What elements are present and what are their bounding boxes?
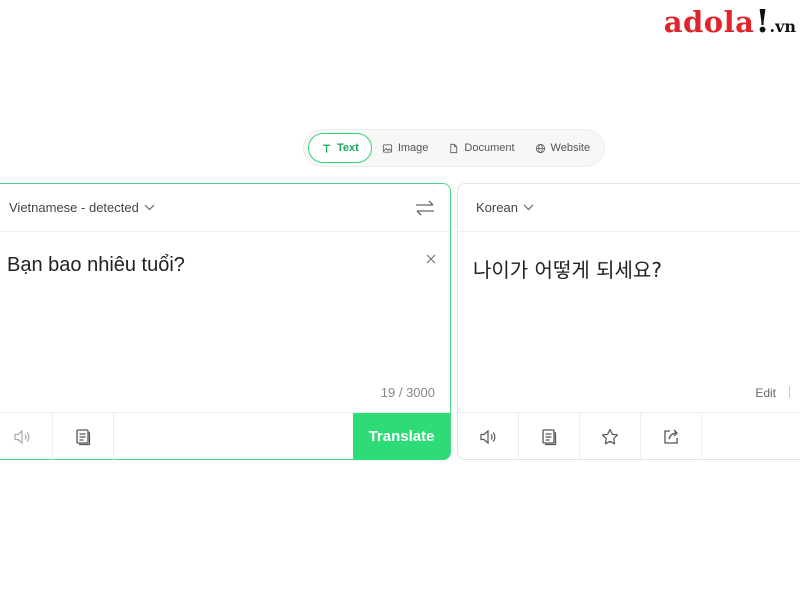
tab-label: Text <box>337 142 359 154</box>
target-language-select[interactable]: Korean <box>476 200 534 215</box>
tab-text[interactable]: Text <box>308 133 372 163</box>
listen-target-button[interactable] <box>458 413 519 460</box>
swap-icon <box>416 200 434 215</box>
source-header: Vietnamese - detected <box>0 184 450 232</box>
swap-languages-button[interactable] <box>414 197 436 219</box>
source-language-select[interactable]: Vietnamese - detected <box>9 200 155 215</box>
target-body: 나이가 어떻게 되세요? Edit <box>458 232 800 412</box>
tab-image[interactable]: Image <box>372 133 439 163</box>
speaker-icon <box>13 429 29 444</box>
globe-icon <box>535 143 545 153</box>
tab-document[interactable]: Document <box>438 133 524 163</box>
edit-button[interactable]: Edit <box>755 386 776 400</box>
site-logo[interactable]: adola ! .vn <box>664 2 796 40</box>
tab-website[interactable]: Website <box>525 133 601 163</box>
tab-label: Website <box>550 142 591 154</box>
source-panel: Vietnamese - detected Bạn bao nhiêu tuổi… <box>0 183 451 460</box>
book-icon <box>76 428 91 445</box>
document-icon <box>450 143 458 153</box>
logo-domain: .vn <box>769 17 797 36</box>
target-footer <box>458 412 800 460</box>
source-text-input[interactable]: Bạn bao nhiêu tuổi? <box>7 254 185 277</box>
chevron-down-icon <box>523 204 534 211</box>
dictionary-target-button[interactable] <box>519 413 580 460</box>
star-icon <box>601 428 619 444</box>
translate-button[interactable]: Translate <box>353 413 450 460</box>
footer-spacer <box>702 413 800 460</box>
mode-tabs: Text Image Document Website <box>303 129 605 167</box>
logo-exclamation: ! <box>755 2 770 40</box>
target-panel: Korean 나이가 어떻게 되세요? Edit <box>457 183 800 460</box>
character-count: 19 / 3000 <box>380 385 435 400</box>
share-button[interactable] <box>641 413 702 460</box>
translation-output: 나이가 어떻게 되세요? <box>473 258 662 282</box>
book-icon <box>542 428 557 445</box>
speaker-icon <box>480 429 496 444</box>
target-language-label: Korean <box>476 200 518 215</box>
image-icon <box>382 143 392 153</box>
chevron-down-icon <box>144 204 155 211</box>
target-header: Korean <box>458 184 800 232</box>
dictionary-source-button[interactable] <box>53 413 114 460</box>
tab-label: Image <box>397 142 429 154</box>
text-icon <box>322 144 331 153</box>
tab-label: Document <box>464 142 515 154</box>
close-icon[interactable] <box>424 252 438 266</box>
logo-text: adola <box>663 5 755 39</box>
listen-source-button[interactable] <box>0 413 53 460</box>
source-body: Bạn bao nhiêu tuổi? 19 / 3000 <box>0 232 450 412</box>
source-language-label: Vietnamese - detected <box>9 200 139 215</box>
favorite-button[interactable] <box>580 413 641 460</box>
share-icon <box>664 429 678 444</box>
footer-spacer <box>114 413 353 460</box>
edit-divider <box>789 386 790 398</box>
source-footer: Translate <box>0 412 450 460</box>
